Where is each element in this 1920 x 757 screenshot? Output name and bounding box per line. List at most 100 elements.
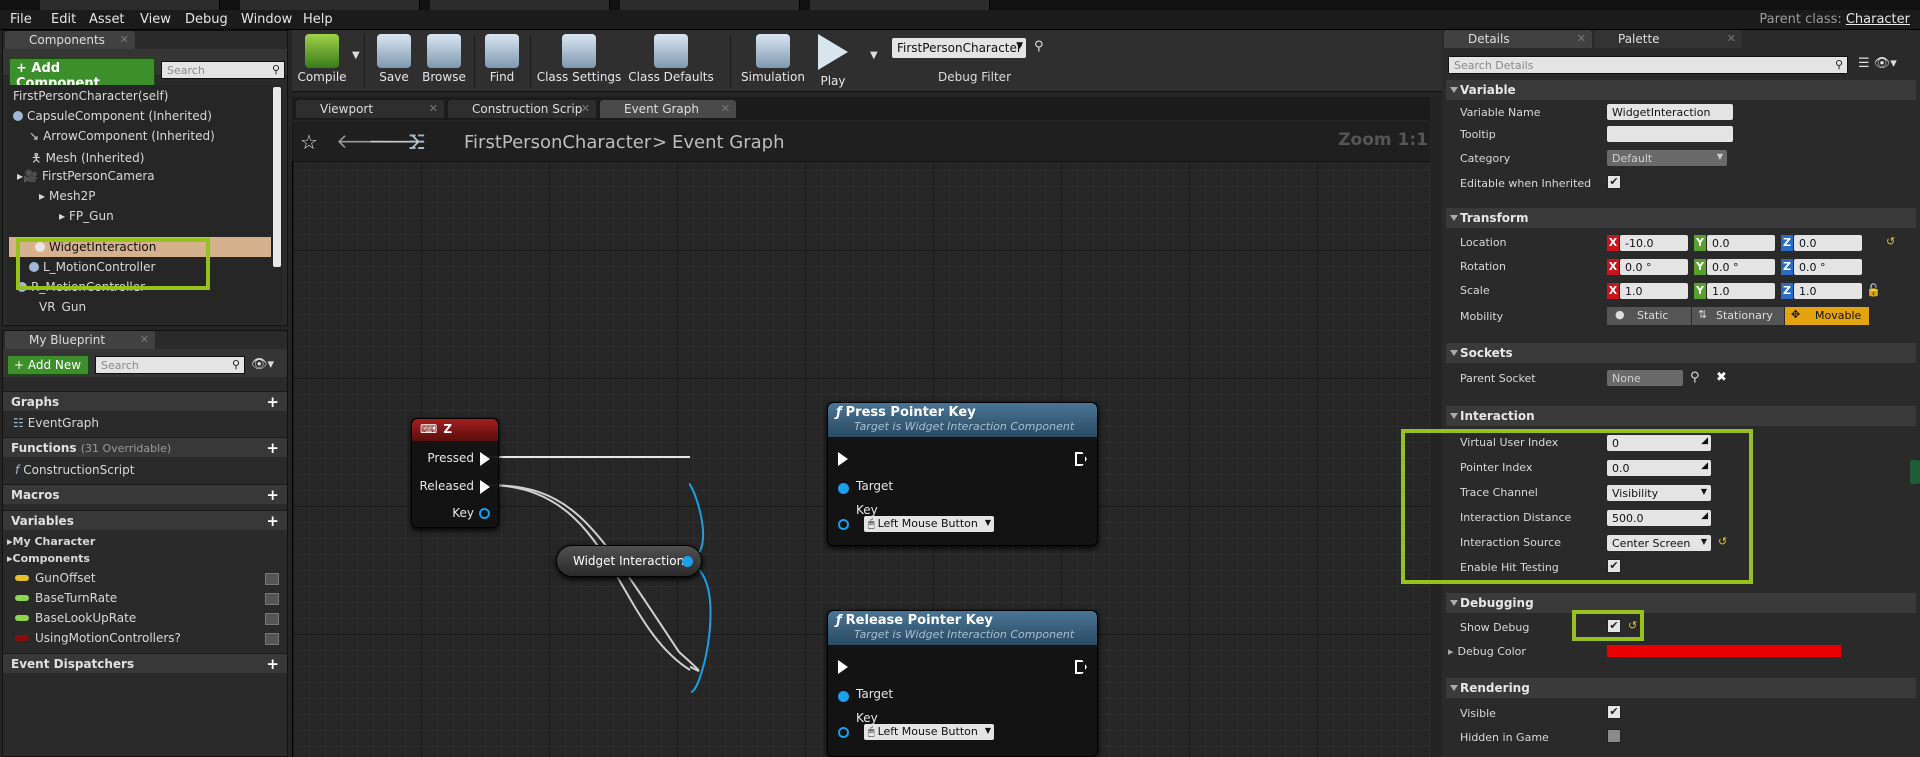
variable-item[interactable]: UsingMotionControllers? — [15, 631, 181, 645]
exec-pin-out[interactable] — [1075, 660, 1087, 674]
debug-color-label[interactable]: ▸ Debug Color — [1448, 645, 1526, 658]
add-dispatcher-icon[interactable]: + — [266, 655, 279, 673]
category-select[interactable]: Default ▼ — [1607, 150, 1727, 166]
add-function-icon[interactable]: + — [266, 439, 279, 457]
exec-pin-out[interactable] — [1075, 452, 1087, 466]
lock-icon[interactable]: 🔓 — [1866, 283, 1881, 297]
tab-construction-script[interactable]: Construction Scrip ✕ — [448, 100, 596, 118]
document-tab[interactable] — [240, 0, 420, 10]
object-pin[interactable] — [682, 556, 693, 567]
simulation-button[interactable]: Simulation — [738, 34, 808, 84]
macros-section[interactable]: Macros + — [3, 484, 287, 504]
components-search-input[interactable]: Search ⚲ — [161, 61, 285, 79]
add-new-button[interactable]: + Add New — [7, 355, 89, 375]
menu-window[interactable]: Window — [241, 12, 292, 27]
blueprint-search-input[interactable]: Search ⚲ — [95, 356, 245, 374]
browse-button[interactable]: Browse — [418, 34, 470, 84]
section-sockets[interactable]: Sockets — [1446, 343, 1916, 363]
mobility-movable-button[interactable]: ✥ Movable — [1785, 307, 1869, 325]
document-tab[interactable] — [810, 0, 990, 10]
tree-item-self[interactable]: FirstPersonCharacter(self) — [13, 89, 168, 103]
tree-item-mesh2p[interactable]: ▸ Mesh2P — [39, 189, 96, 203]
menu-file[interactable]: File — [10, 12, 32, 27]
mobility-stationary-button[interactable]: ⇅ Stationary — [1692, 307, 1784, 325]
key-pin[interactable] — [838, 519, 849, 530]
menu-asset[interactable]: Asset — [89, 12, 125, 27]
close-icon[interactable]: ✕ — [140, 333, 149, 346]
menu-edit[interactable]: Edit — [51, 12, 76, 27]
debug-object-select[interactable]: FirstPersonCharacter ▼ — [892, 38, 1026, 58]
rotation-y[interactable]: 0.0 ° — [1707, 259, 1775, 275]
parent-socket-field[interactable]: None — [1607, 370, 1683, 386]
node-z-key-event[interactable]: ⌨ Z Pressed Released Key — [411, 418, 499, 528]
close-icon[interactable]: ✕ — [120, 33, 129, 46]
rotation-x[interactable]: 0.0 ° — [1620, 259, 1688, 275]
key-select[interactable]: 🖱 Left Mouse Button ▼ — [864, 724, 994, 740]
details-search-input[interactable]: Search Details ⚲ — [1448, 56, 1848, 74]
document-tab[interactable] — [620, 0, 800, 10]
visible-checkbox[interactable]: ✔ — [1607, 705, 1621, 719]
location-x[interactable]: -10.0 — [1620, 235, 1688, 251]
exec-pin-pressed[interactable] — [480, 452, 490, 466]
close-icon[interactable]: ✕ — [1577, 32, 1586, 45]
tree-item-arrow[interactable]: ↘ ArrowComponent (Inherited) — [29, 129, 215, 143]
search-icon[interactable]: ⚲ — [1034, 39, 1044, 54]
tree-item-mesh[interactable]: 🯅 Mesh (Inherited) — [31, 149, 144, 170]
key-pin[interactable] — [479, 508, 490, 519]
scale-label[interactable]: Scale — [1460, 284, 1490, 297]
variable-item[interactable]: BaseLookUpRate — [15, 611, 136, 625]
details-scrollbar[interactable] — [1910, 460, 1920, 484]
tree-item-fpgun[interactable]: ▸ FP_Gun — [59, 209, 114, 223]
variable-visibility-toggle[interactable] — [265, 573, 279, 585]
menu-debug[interactable]: Debug — [185, 12, 228, 27]
variable-visibility-toggle[interactable] — [265, 613, 279, 625]
scale-z[interactable]: 1.0 — [1794, 283, 1862, 299]
components-scrollbar[interactable] — [273, 87, 281, 267]
compile-button[interactable]: Compile — [296, 34, 348, 84]
key-select[interactable]: 🖱 Left Mouse Button ▼ — [864, 516, 994, 532]
section-debugging[interactable]: Debugging — [1446, 593, 1916, 613]
key-pin[interactable] — [838, 727, 849, 738]
variable-name-field[interactable]: WidgetInteraction — [1607, 104, 1733, 120]
location-label[interactable]: Location — [1460, 236, 1507, 249]
compile-options-icon[interactable]: ▼ — [352, 50, 360, 61]
variable-item[interactable]: GunOffset — [15, 571, 96, 585]
class-defaults-button[interactable]: Class Defaults — [626, 34, 716, 84]
find-button[interactable]: Find — [480, 34, 524, 84]
add-variable-icon[interactable]: + — [266, 512, 279, 530]
reset-icon[interactable]: ↺ — [1886, 235, 1895, 248]
close-icon[interactable]: ✕ — [429, 102, 438, 115]
rotation-z[interactable]: 0.0 ° — [1794, 259, 1862, 275]
close-icon[interactable]: ✕ — [721, 102, 730, 115]
exec-pin-in[interactable] — [838, 452, 848, 466]
add-graph-icon[interactable]: + — [266, 393, 279, 411]
tree-item-camera[interactable]: ▸🎥 FirstPersonCamera — [17, 169, 155, 183]
tree-item-vr-gun[interactable]: VR_Gun — [39, 300, 86, 312]
node-press-pointer-key[interactable]: ƒ Press Pointer Key Target is Widget Inter… — [827, 402, 1098, 546]
play-options-icon[interactable]: ▼ — [870, 50, 878, 61]
close-icon[interactable]: ✕ — [1727, 32, 1736, 45]
section-transform[interactable]: Transform — [1446, 208, 1916, 228]
tab-my-blueprint[interactable]: My Blueprint ✕ — [5, 331, 155, 349]
mobility-static-button[interactable]: ● Static — [1607, 307, 1691, 325]
editable-inherited-checkbox[interactable]: ✔ — [1607, 175, 1621, 189]
category-my-character[interactable]: ▸My Character — [7, 535, 95, 548]
functions-section[interactable]: Functions (31 Overridable) + — [3, 437, 287, 457]
tab-palette[interactable]: Palette ✕ — [1594, 30, 1742, 48]
variable-item[interactable]: BaseTurnRate — [15, 591, 117, 605]
tab-viewport[interactable]: Viewport ✕ — [296, 100, 444, 118]
scale-y[interactable]: 1.0 — [1707, 283, 1775, 299]
save-button[interactable]: Save — [372, 34, 416, 84]
location-y[interactable]: 0.0 — [1707, 235, 1775, 251]
variables-section[interactable]: Variables + — [3, 510, 287, 530]
rotation-label[interactable]: Rotation — [1460, 260, 1506, 273]
hidden-in-game-checkbox[interactable] — [1607, 729, 1621, 743]
star-icon[interactable]: ☆ — [300, 130, 318, 154]
node-widget-interaction-var[interactable]: Widget Interaction — [556, 545, 702, 577]
section-rendering[interactable]: Rendering — [1446, 678, 1916, 698]
parent-class-link[interactable]: Character — [1846, 12, 1910, 27]
section-interaction[interactable]: Interaction — [1446, 406, 1916, 426]
tab-details[interactable]: Details ✕ — [1444, 30, 1592, 48]
view-options-icon[interactable]: ☰ 👁▾ — [1858, 56, 1897, 71]
exec-pin-released[interactable] — [480, 480, 490, 494]
